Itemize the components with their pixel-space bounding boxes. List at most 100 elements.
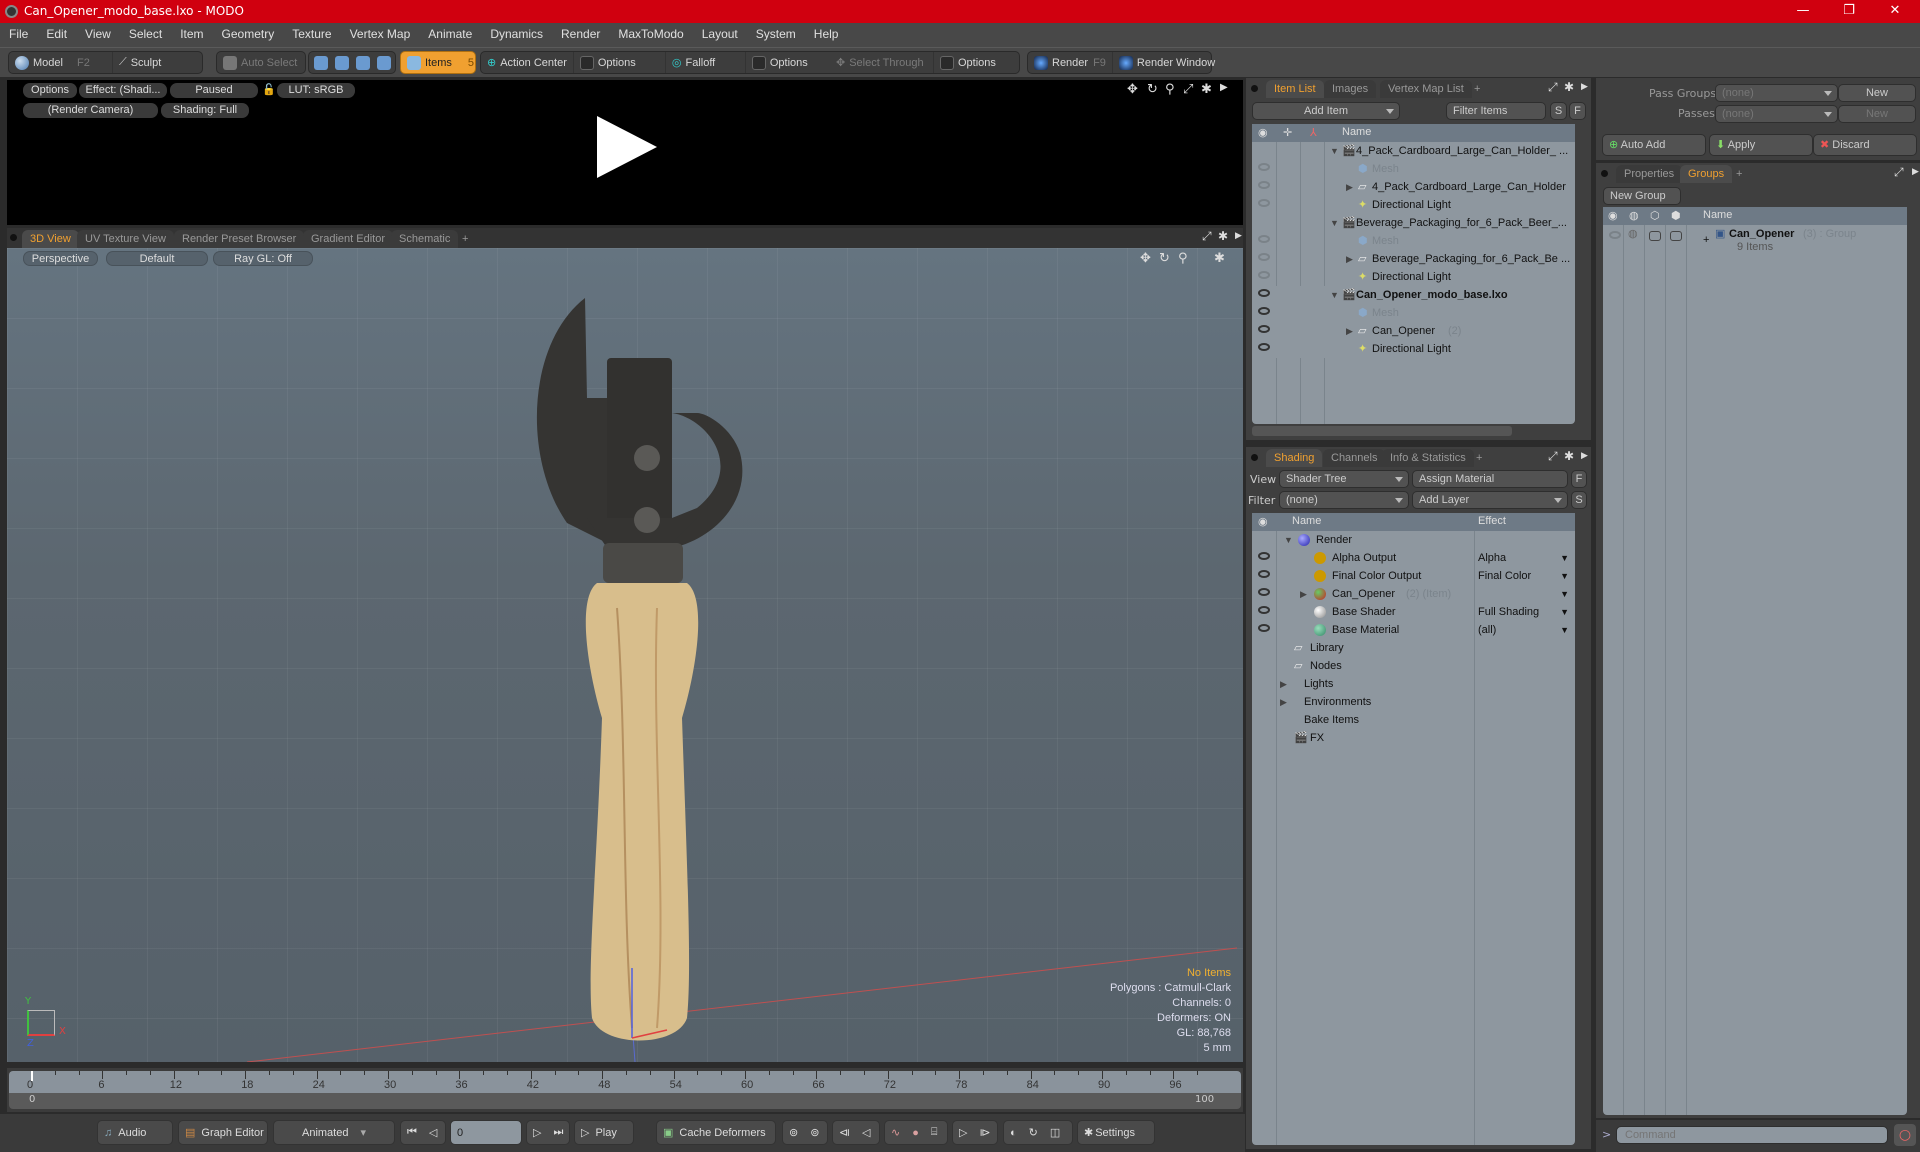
lock-toggle[interactable] [1649,231,1661,241]
gear-icon[interactable]: ✱ [1201,82,1212,97]
visibility-eye-icon[interactable] [1258,624,1270,632]
playhead[interactable] [31,1071,33,1081]
frame-input[interactable]: 0 [450,1120,522,1145]
maximize-button[interactable]: ❐ [1826,0,1872,23]
expand-arrow-icon[interactable]: ▶ [1346,250,1353,268]
settings-button[interactable]: ✱ Settings [1077,1120,1155,1145]
item-row[interactable]: ⬢ Mesh [1252,304,1575,322]
preview-options-button[interactable]: Options [23,83,77,98]
item-row[interactable]: ▶ ▱ Can_Opener (2) [1252,322,1575,340]
effect-value[interactable]: Final Color [1478,567,1531,585]
pan-icon[interactable]: ✥ [1127,82,1138,97]
loop-icon[interactable]: ↻ [1023,1126,1044,1139]
rotate-icon[interactable]: ↻ [1147,82,1158,97]
tab-render-preset-browser[interactable]: Render Preset Browser [174,230,305,248]
shader-row[interactable]: Alpha Output Alpha ▼ [1252,549,1575,567]
menu-layout[interactable]: Layout [693,23,747,41]
tab-vertex-map-list[interactable]: Vertex Map List [1380,80,1472,98]
menu-select[interactable]: Select [120,23,171,41]
tab-channels[interactable]: Channels [1323,449,1386,467]
pass-groups-dropdown[interactable]: (none) [1715,84,1838,102]
visibility-eye-icon[interactable] [1258,271,1270,279]
shader-row[interactable]: Bake Items [1252,711,1575,729]
menu-vertex-map[interactable]: Vertex Map [341,23,420,41]
visibility-eye-icon[interactable] [1258,235,1270,243]
items-mode-button[interactable]: Items 5 [400,51,476,74]
tab-images[interactable]: Images [1324,80,1377,98]
menu-view[interactable]: View [76,23,120,41]
visibility-eye-icon[interactable] [1258,307,1270,315]
minimize-button[interactable]: — [1780,0,1826,23]
menu-geometry[interactable]: Geometry [213,23,284,41]
item-row[interactable]: ✦ Directional Light [1252,268,1575,286]
paused-toggle[interactable]: Paused [170,83,258,98]
timeline-range-bar[interactable]: 0 100 [9,1093,1241,1109]
effect-dropdown[interactable]: Effect: (Shadi... [79,83,167,98]
tab-groups[interactable]: Groups [1680,165,1733,183]
tab-item-list[interactable]: Item List [1266,80,1324,98]
item-row[interactable]: ▼ 🎬 Can_Opener_modo_base.lxo [1252,286,1575,304]
select-through-button[interactable]: ✥ Select Through [830,52,934,73]
shader-row[interactable]: ▱ Library [1252,639,1575,657]
expand-arrow-icon[interactable]: ▶ [1346,178,1353,196]
visibility-eye-icon[interactable] [1258,253,1270,261]
expand-arrow-icon[interactable]: ▼ [1330,286,1339,304]
expand-arrow-icon[interactable]: ▼ [1330,214,1339,232]
shader-row[interactable]: ▱ Nodes [1252,657,1575,675]
expand-arrow-icon[interactable]: ▶ [1280,675,1287,693]
item-row[interactable]: ✦ Directional Light [1252,340,1575,358]
maximize-icon[interactable]: ⤢ [1548,449,1558,464]
item-row[interactable]: ▶ ▱ 4_Pack_Cardboard_Large_Can_Holder [1252,178,1575,196]
graph-editor-button[interactable]: ▤ Graph Editor [178,1120,268,1145]
filter-dropdown[interactable]: (none) [1279,491,1409,509]
new-group-button[interactable]: New Group [1603,187,1681,205]
sculpt-button[interactable]: ⟋ Sculpt [113,52,167,73]
maximize-icon[interactable]: ⤢ [1894,165,1904,180]
tab-shading[interactable]: Shading [1266,449,1323,467]
visibility-eye-icon[interactable] [1258,199,1270,207]
close-button[interactable]: ✕ [1872,0,1918,23]
go-to-start-icon[interactable]: ⏮ [401,1126,423,1139]
lock-icon[interactable]: 🔓 [262,83,276,96]
group-row[interactable]: ◍ + ▣ Can_Opener (3) : Group 9 Items [1603,225,1907,255]
passes-dropdown[interactable]: (none) [1715,105,1838,123]
tab-info-statistics[interactable]: Info & Statistics [1382,449,1474,467]
play-icon[interactable] [597,116,657,178]
effect-dropdown-icon[interactable]: ▼ [1560,567,1569,585]
discard-button[interactable]: ✖ Discard [1813,134,1917,156]
filter-items-input[interactable]: Filter Items [1446,102,1546,120]
falloff-button[interactable]: ◎ Falloff [666,52,746,73]
render-window-button[interactable]: Render Window [1113,52,1221,73]
render-toggle-icon[interactable]: ◍ [1628,225,1638,243]
gear-icon[interactable]: ✱ [1564,80,1574,94]
visibility-eye-icon[interactable] [1258,606,1270,614]
tab-3d-view[interactable]: 3D View [22,230,79,248]
prev-frame-icon[interactable]: ◁ [423,1126,443,1139]
item-row[interactable]: ▼ 🎬 4_Pack_Cardboard_Large_Can_Holder_ ... [1252,142,1575,160]
prev-key-icon[interactable]: ⧏ [833,1126,856,1139]
menu-maxtomodo[interactable]: MaxToModo [609,23,692,41]
maximize-icon[interactable]: ⤢ [1202,229,1212,244]
model-button[interactable]: Model F2 [9,52,113,73]
maximize-icon[interactable]: ⤢ [1183,82,1193,97]
visibility-eye-icon[interactable] [1258,588,1270,596]
expand-plus-icon[interactable]: + [1703,231,1709,249]
render-button[interactable]: Render F9 [1028,52,1113,73]
item-row[interactable]: ▼ 🎬 Beverage_Packaging_for_6_Pack_Beer_... [1252,214,1575,232]
falloff-options-button[interactable]: Options [746,52,814,73]
next-key-2-icon[interactable]: ⧐ [973,1126,996,1139]
tab-schematic[interactable]: Schematic [391,230,459,248]
effect-value[interactable]: (all) [1478,621,1496,639]
shader-row[interactable]: ▼ Render [1252,531,1575,549]
download-key-icon[interactable]: ⊚ [804,1126,825,1139]
prev-key-2-icon[interactable]: ◁ [856,1126,876,1139]
item-row[interactable]: ⬢ Mesh [1252,160,1575,178]
s-button[interactable]: S [1550,102,1567,120]
menu-render[interactable]: Render [552,23,609,41]
new-pass-group-button[interactable]: New [1838,84,1916,102]
menu-edit[interactable]: Edit [37,23,76,41]
f-button[interactable]: F [1571,470,1587,488]
animated-dropdown[interactable]: Animated ▾ [273,1120,395,1145]
shader-row[interactable]: ▶ Can_Opener (2) (Item) ▼ [1252,585,1575,603]
effect-value[interactable]: Alpha [1478,549,1506,567]
